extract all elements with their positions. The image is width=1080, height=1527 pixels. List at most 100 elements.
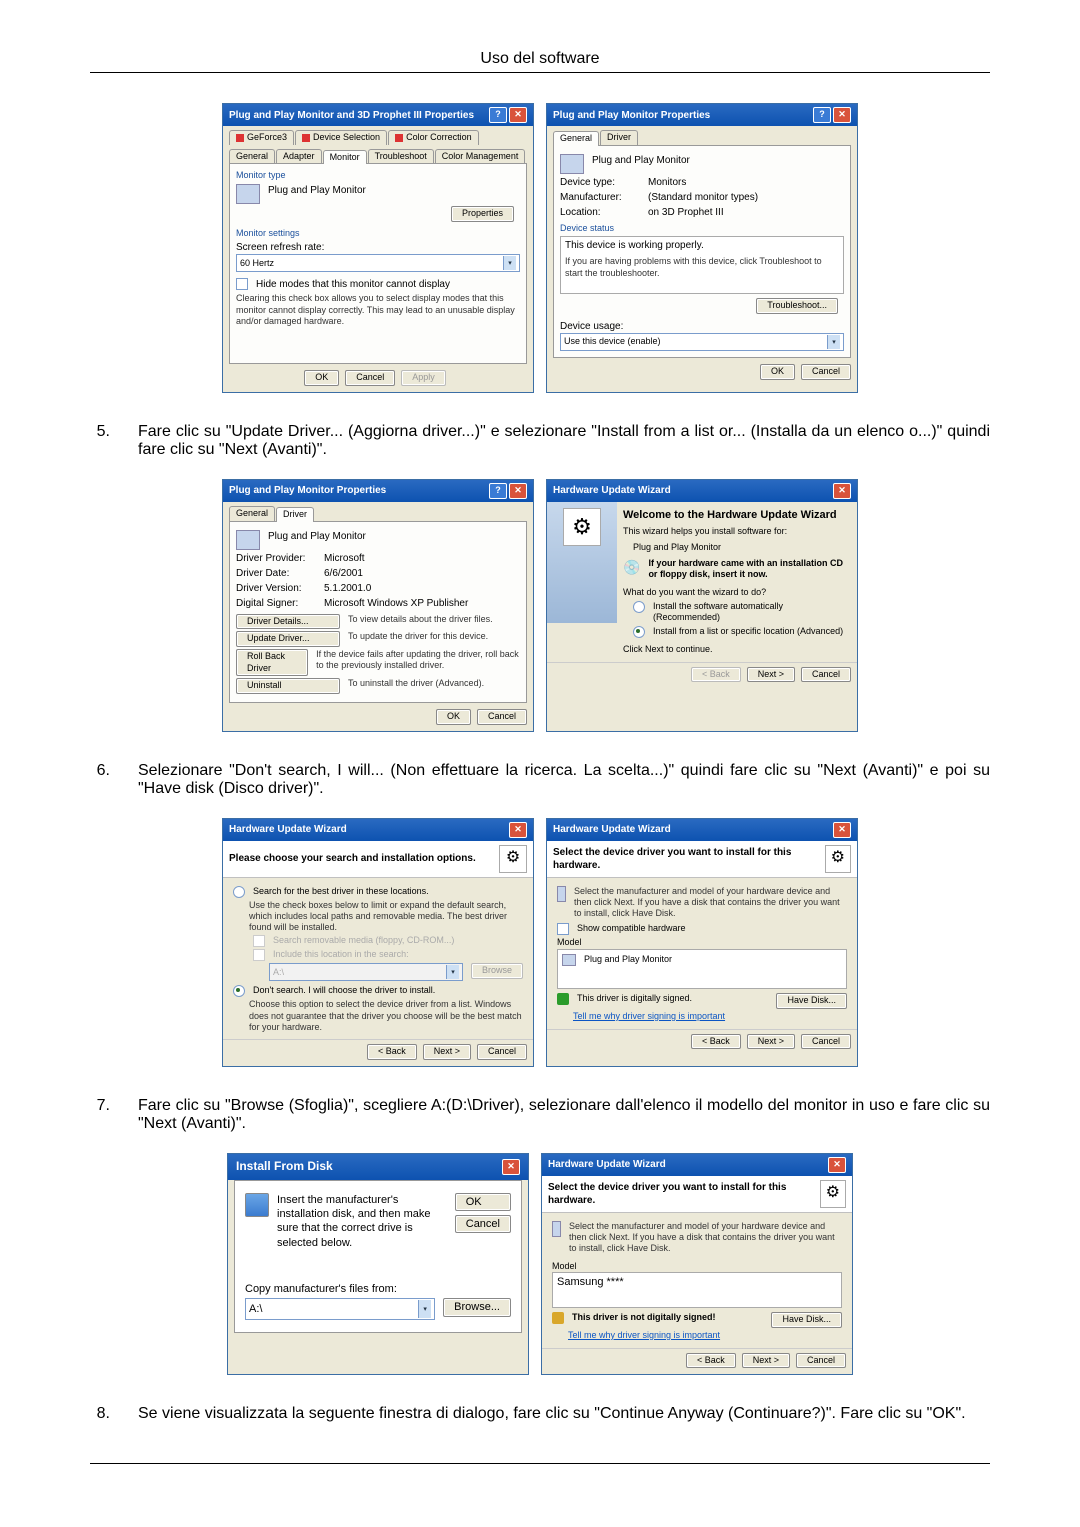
wizard-device: Plug and Play Monitor xyxy=(633,542,851,554)
step-text: Selezionare "Don't search, I will... (No… xyxy=(138,762,990,798)
wizard-instruction: Select the manufacturer and model of you… xyxy=(574,886,847,920)
monitor-type-label: Monitor type xyxy=(236,170,520,182)
step-5: 5. Fare clic su "Update Driver... (Aggio… xyxy=(90,423,990,459)
floppy-icon xyxy=(245,1193,269,1217)
cancel-button[interactable]: Cancel xyxy=(477,1044,527,1060)
tab-driver[interactable]: Driver xyxy=(276,507,314,522)
tab-adapter[interactable]: Adapter xyxy=(276,149,322,164)
close-icon[interactable]: ✕ xyxy=(828,1157,846,1173)
cd-icon: 💿 xyxy=(623,558,640,576)
dont-search-note: Choose this option to select the device … xyxy=(249,999,523,1033)
driver-details-button[interactable]: Driver Details... xyxy=(236,614,340,630)
back-button[interactable]: < Back xyxy=(367,1044,417,1060)
radio-install-from-list[interactable] xyxy=(633,626,645,638)
tab-general[interactable]: General xyxy=(229,149,275,164)
tab-monitor[interactable]: Monitor xyxy=(323,150,367,165)
radio-auto-install[interactable] xyxy=(633,601,645,613)
tab-troubleshoot[interactable]: Troubleshoot xyxy=(368,149,434,164)
browse-button[interactable]: Browse... xyxy=(443,1298,511,1316)
cancel-button[interactable]: Cancel xyxy=(796,1353,846,1369)
close-icon[interactable]: ✕ xyxy=(833,107,851,123)
close-icon[interactable]: ✕ xyxy=(509,483,527,499)
wizard-cd-hint: If your hardware came with an installati… xyxy=(648,558,851,581)
search-best-note: Use the check boxes below to limit or ex… xyxy=(249,900,523,934)
monitor-settings-label: Monitor settings xyxy=(236,228,520,240)
copy-from-label: Copy manufacturer's files from: xyxy=(245,1282,511,1296)
nvidia-icon xyxy=(395,134,403,142)
refresh-rate-select[interactable]: 60 Hertz▾ xyxy=(236,254,520,272)
step-8: 8. Se viene visualizzata la seguente fin… xyxy=(90,1405,990,1423)
update-driver-button[interactable]: Update Driver... xyxy=(236,631,340,647)
step-number: 8. xyxy=(90,1405,110,1423)
cancel-button[interactable]: Cancel xyxy=(477,709,527,725)
uninstall-desc: To uninstall the driver (Advanced). xyxy=(348,678,484,689)
step-number: 5. xyxy=(90,423,110,459)
close-icon[interactable]: ✕ xyxy=(509,107,527,123)
have-disk-button[interactable]: Have Disk... xyxy=(771,1312,842,1328)
next-button[interactable]: Next > xyxy=(742,1353,790,1369)
properties-button[interactable]: Properties xyxy=(451,206,514,222)
cancel-button[interactable]: Cancel xyxy=(801,1034,851,1050)
close-icon[interactable]: ✕ xyxy=(509,822,527,838)
roll-back-driver-button[interactable]: Roll Back Driver xyxy=(236,649,308,676)
hide-modes-checkbox[interactable] xyxy=(236,278,248,290)
model-list-item[interactable]: Samsung **** xyxy=(557,1276,624,1288)
help-icon[interactable]: ? xyxy=(489,483,507,499)
window-title: Plug and Play Monitor Properties xyxy=(229,484,386,497)
cancel-button[interactable]: Cancel xyxy=(801,364,851,380)
device-heading: Plug and Play Monitor xyxy=(592,154,690,167)
checkbox-search-removable xyxy=(253,935,265,947)
checkbox-show-compatible[interactable] xyxy=(557,923,569,935)
tab-driver[interactable]: Driver xyxy=(600,130,638,145)
help-icon[interactable]: ? xyxy=(489,107,507,123)
monitor-icon xyxy=(236,184,260,204)
device-usage-select[interactable]: Use this device (enable)▾ xyxy=(560,333,844,351)
tab-general[interactable]: General xyxy=(553,131,599,146)
figure-row-3: Hardware Update Wizard✕ Please choose yo… xyxy=(90,818,990,1067)
hide-modes-note: Clearing this check box allows you to se… xyxy=(236,293,520,327)
window-title: Hardware Update Wizard xyxy=(553,823,671,836)
ok-button[interactable]: OK xyxy=(760,364,795,380)
device-type-label: Device type: xyxy=(560,176,640,189)
close-icon[interactable]: ✕ xyxy=(833,822,851,838)
monitor-icon xyxy=(562,954,576,966)
close-icon[interactable]: ✕ xyxy=(833,483,851,499)
signing-info-link[interactable]: Tell me why driver signing is important xyxy=(573,1011,847,1023)
tab-color-management[interactable]: Color Management xyxy=(435,149,526,164)
browse-button: Browse xyxy=(471,963,523,979)
next-button[interactable]: Next > xyxy=(423,1044,471,1060)
driver-version-label: Driver Version: xyxy=(236,582,316,595)
close-icon[interactable]: ✕ xyxy=(502,1159,520,1175)
troubleshoot-button[interactable]: Troubleshoot... xyxy=(756,298,838,314)
signing-info-link[interactable]: Tell me why driver signing is important xyxy=(568,1330,842,1342)
tab-device-selection[interactable]: Device Selection xyxy=(295,130,387,145)
uninstall-button[interactable]: Uninstall xyxy=(236,678,340,694)
dialog-install-from-disk: Install From Disk ✕ Insert the manufactu… xyxy=(227,1153,529,1376)
cancel-button[interactable]: Cancel xyxy=(345,370,395,386)
tab-geforce3[interactable]: GeForce3 xyxy=(229,130,294,145)
cancel-button[interactable]: Cancel xyxy=(455,1215,511,1233)
have-disk-button[interactable]: Have Disk... xyxy=(776,993,847,1009)
tab-color-correction[interactable]: Color Correction xyxy=(388,130,479,145)
digital-signer-label: Digital Signer: xyxy=(236,597,316,610)
back-button[interactable]: < Back xyxy=(691,1034,741,1050)
window-title: Hardware Update Wizard xyxy=(548,1158,666,1171)
ok-button[interactable]: OK xyxy=(455,1193,511,1211)
cancel-button[interactable]: Cancel xyxy=(801,667,851,683)
titlebar: Plug and Play Monitor Properties ? ✕ xyxy=(547,104,857,126)
radio-search-best[interactable] xyxy=(233,886,245,898)
tab-general[interactable]: General xyxy=(229,506,275,521)
help-icon[interactable]: ? xyxy=(813,107,831,123)
copy-path-select[interactable]: A:\▾ xyxy=(245,1298,435,1320)
driver-date-label: Driver Date: xyxy=(236,567,316,580)
back-button[interactable]: < Back xyxy=(686,1353,736,1369)
next-button[interactable]: Next > xyxy=(747,667,795,683)
radio-dont-search[interactable] xyxy=(233,985,245,997)
ok-button[interactable]: OK xyxy=(304,370,339,386)
wizard-header: Select the device driver you want to ins… xyxy=(553,846,825,872)
next-button[interactable]: Next > xyxy=(747,1034,795,1050)
ok-button[interactable]: OK xyxy=(436,709,471,725)
location-value: on 3D Prophet III xyxy=(648,206,724,219)
header-divider xyxy=(90,72,990,73)
model-list-item[interactable]: Plug and Play Monitor xyxy=(584,954,672,966)
